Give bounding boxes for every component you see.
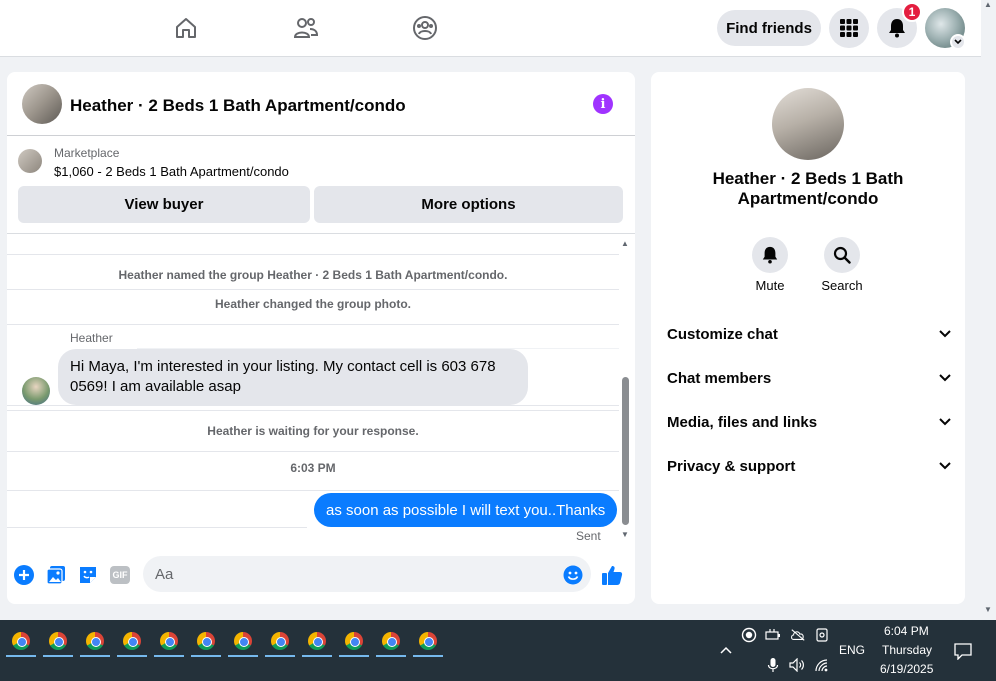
gif-icon[interactable]: GIF (109, 564, 131, 586)
add-icon[interactable] (13, 564, 35, 586)
clock-date[interactable]: 6/19/2025 (880, 662, 933, 676)
divider (7, 254, 619, 255)
privacy-support-section[interactable]: Privacy & support (667, 451, 951, 481)
marketplace-label: Marketplace (54, 146, 120, 160)
message-input[interactable] (143, 556, 591, 592)
scroll-up-arrow[interactable]: ▲ (620, 238, 630, 248)
chevron-up-icon[interactable] (718, 642, 734, 658)
chrome-taskbar-icon[interactable] (228, 628, 258, 657)
clock-day[interactable]: Thursday (882, 643, 932, 657)
photo-icon[interactable] (45, 564, 67, 586)
sender-name: Heather (70, 331, 113, 345)
chrome-taskbar-icon[interactable] (302, 628, 332, 657)
listing-photo[interactable] (22, 84, 62, 124)
speaker-icon[interactable] (789, 657, 805, 673)
home-icon[interactable] (173, 14, 199, 42)
system-message: Heather changed the group photo. (214, 297, 411, 311)
chrome-taskbar-icon[interactable] (6, 628, 36, 657)
wifi-icon[interactable] (814, 657, 830, 673)
chat-members-section[interactable]: Chat members (667, 363, 951, 393)
customize-chat-section[interactable]: Customize chat (667, 319, 951, 349)
top-navigation-bar: Find friends 1 (0, 0, 981, 57)
page-scroll-down-arrow[interactable]: ▼ (984, 605, 994, 615)
chat-details-panel: Heather · 2 Beds 1 Bath Apartment/condo … (651, 72, 965, 604)
chrome-taskbar-icon[interactable] (339, 628, 369, 657)
bell-icon (762, 246, 778, 264)
message-list: Heather named the group Heather · 2 Beds… (7, 234, 635, 546)
chrome-taskbar-icon[interactable] (191, 628, 221, 657)
listing-summary[interactable]: $1,060 - 2 Beds 1 Bath Apartment/condo (54, 164, 289, 179)
sender-avatar[interactable] (22, 377, 50, 405)
emoji-icon[interactable] (562, 564, 584, 586)
search-label: Search (821, 278, 863, 293)
divider (7, 527, 307, 528)
record-icon[interactable] (741, 627, 757, 643)
friends-icon[interactable] (293, 14, 319, 42)
chat-header: Heather · 2 Beds 1 Bath Apartment/condo … (7, 72, 635, 136)
groups-icon[interactable] (412, 14, 438, 42)
notification-badge: 1 (902, 2, 922, 22)
menu-grid-button[interactable] (829, 8, 869, 48)
divider (7, 490, 619, 491)
sticker-icon[interactable] (77, 564, 99, 586)
incoming-message-bubble[interactable]: Hi Maya, I'm interested in your listing.… (58, 349, 528, 405)
input-language[interactable]: ENG (839, 643, 865, 657)
system-message: Heather is waiting for your response. (207, 424, 419, 438)
divider (7, 324, 619, 325)
chrome-taskbar-icon[interactable] (80, 628, 110, 657)
section-label: Privacy & support (667, 457, 796, 475)
chrome-taskbar-icon[interactable] (413, 628, 443, 657)
cloud-offline-icon[interactable] (790, 627, 806, 643)
system-message: Heather named the group Heather · 2 Beds… (118, 268, 508, 282)
chrome-taskbar-icon[interactable] (117, 628, 147, 657)
divider (7, 289, 619, 290)
page-scroll-up-arrow[interactable]: ▲ (984, 0, 994, 10)
chat-scrollbar-thumb[interactable] (622, 377, 629, 525)
view-buyer-button[interactable]: View buyer (18, 186, 310, 223)
section-label: Media, files and links (667, 413, 818, 431)
outgoing-message-bubble[interactable]: as soon as possible I will text you..Tha… (314, 493, 618, 527)
find-friends-button[interactable]: Find friends (717, 10, 821, 46)
chat-photo[interactable] (772, 88, 844, 160)
divider (7, 405, 619, 406)
scroll-down-arrow[interactable]: ▼ (620, 529, 630, 539)
device-icon[interactable] (814, 627, 830, 643)
action-center-icon[interactable] (954, 642, 972, 660)
message-timestamp: 6:03 PM (290, 461, 336, 475)
info-icon[interactable]: i (593, 94, 613, 114)
search-icon (833, 246, 851, 264)
more-options-button[interactable]: More options (314, 186, 623, 223)
chat-title[interactable]: Heather · 2 Beds 1 Bath Apartment/condo (70, 96, 406, 116)
divider (7, 451, 619, 452)
section-label: Customize chat (667, 325, 778, 343)
windows-taskbar: ENG 6:04 PM Thursday 6/19/2025 (0, 620, 996, 681)
sent-status: Sent (576, 529, 601, 543)
chevron-down-icon (939, 374, 951, 382)
chevron-down-icon (939, 462, 951, 470)
account-menu-button[interactable] (950, 34, 966, 50)
chrome-taskbar-icon[interactable] (376, 628, 406, 657)
chrome-taskbar-icon[interactable] (154, 628, 184, 657)
chrome-taskbar-icon[interactable] (43, 628, 73, 657)
divider (7, 410, 619, 411)
media-files-links-section[interactable]: Media, files and links (667, 407, 951, 437)
mute-button[interactable] (752, 237, 788, 273)
chevron-down-icon (939, 418, 951, 426)
battery-icon[interactable] (765, 627, 781, 643)
search-button[interactable] (824, 237, 860, 273)
bell-icon (889, 19, 905, 38)
like-thumb-icon[interactable] (601, 564, 623, 586)
menu-grid-icon (840, 19, 858, 37)
chat-details-name: Heather · 2 Beds 1 Bath Apartment/condo (712, 169, 904, 208)
chat-panel: Heather · 2 Beds 1 Bath Apartment/condo … (7, 72, 635, 604)
mute-label: Mute (755, 278, 785, 293)
chevron-down-icon (954, 39, 962, 45)
chrome-taskbar-icon[interactable] (265, 628, 295, 657)
clock-time[interactable]: 6:04 PM (884, 624, 929, 638)
section-label: Chat members (667, 369, 772, 387)
gif-label: GIF (110, 566, 130, 584)
chevron-down-icon (939, 330, 951, 338)
microphone-icon[interactable] (765, 657, 781, 673)
marketplace-listing-thumb[interactable] (18, 149, 42, 173)
